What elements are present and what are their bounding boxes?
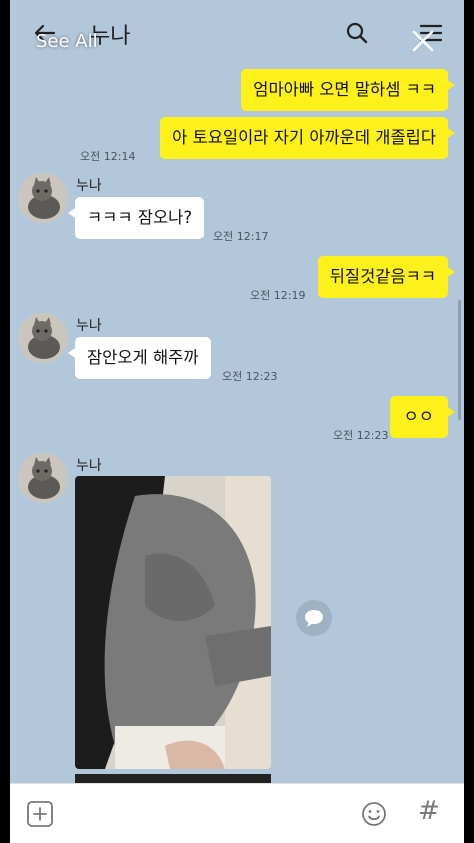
sender-name: 누나 [76,178,102,194]
close-icon [412,30,434,52]
message-time: 오전 12:14 [80,150,136,163]
emoji-button[interactable] [360,800,388,828]
close-overlay-button[interactable] [408,26,438,56]
message-input-bar: # [10,783,464,843]
cat-avatar-image [18,313,68,363]
message-time: 오전 12:23 [222,370,278,383]
avatar[interactable] [18,173,68,223]
message-bubble-incoming[interactable]: ㅋㅋㅋ 잠오나? [67,197,205,239]
chat-header: 누나 See All [10,0,464,68]
search-button[interactable] [342,18,372,48]
message-bubble-outgoing[interactable]: 아 토요일이라 자기 아까운데 개졸립다 [160,117,455,159]
smile-icon [362,802,386,826]
scrollbar[interactable] [458,300,461,420]
plus-square-icon [27,801,53,827]
avatar[interactable] [18,453,68,503]
add-attachment-button[interactable] [26,800,54,828]
share-button[interactable] [296,600,332,636]
search-icon [346,22,368,44]
cat-avatar-image [18,453,68,503]
speech-bubble-icon [305,610,323,627]
hashtag-search-button[interactable]: # [418,796,440,826]
sender-name: 누나 [76,318,102,334]
message-bubble-incoming[interactable]: 잠안오게 해주까 [68,337,211,379]
avatar[interactable] [18,313,68,363]
message-time: 오전 12:23 [333,429,389,442]
message-bubble-outgoing[interactable]: 엄마아빠 오면 말하셈 ㅋㅋ [241,69,455,111]
photo-image [75,476,271,769]
message-bubble-outgoing[interactable]: ㅇㅇ [389,396,456,438]
message-time: 오전 12:19 [250,289,306,302]
message-bubble-outgoing[interactable]: 뒤질것같음ㅋㅋ [317,256,456,298]
cat-avatar-image [18,173,68,223]
app-frame: 누나 See All 엄마아빠 오면 말하셈 ㅋㅋ 오전 12:14 아 토요일… [0,0,474,843]
photo-message[interactable] [75,476,271,769]
message-time: 오전 12:17 [213,230,269,243]
chat-room: 누나 See All 엄마아빠 오면 말하셈 ㅋㅋ 오전 12:14 아 토요일… [10,0,464,843]
see-all-overlay-link[interactable]: See All [36,31,98,52]
sender-name: 누나 [76,458,102,474]
